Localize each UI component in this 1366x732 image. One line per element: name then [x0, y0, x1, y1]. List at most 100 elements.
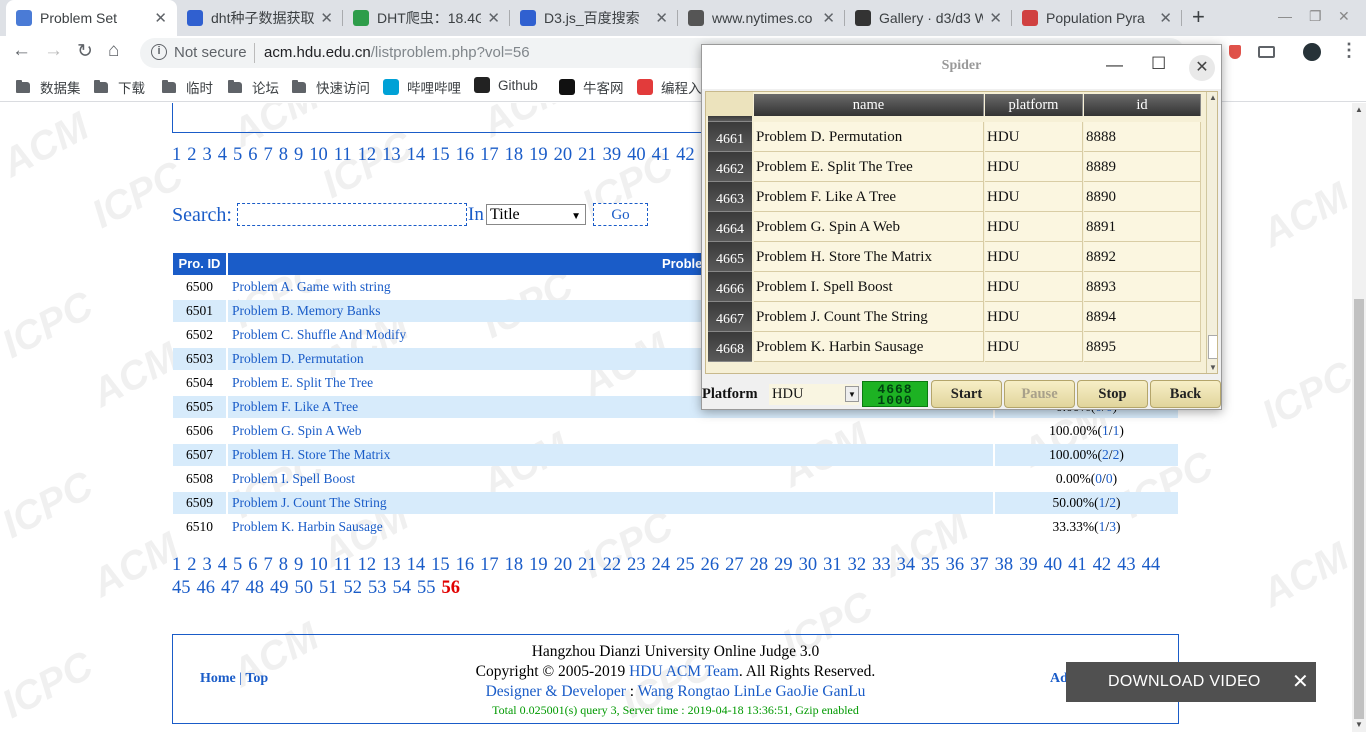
page-link[interactable]: 31: [823, 554, 842, 577]
scroll-up-icon[interactable]: ▲: [1355, 105, 1363, 114]
grid-row-header[interactable]: 4664: [708, 212, 752, 242]
grid-cell-platform[interactable]: HDU: [985, 212, 1083, 242]
page-link[interactable]: 14: [407, 144, 426, 167]
page-link[interactable]: 10: [309, 554, 328, 577]
bookmark-8[interactable]: 编程入: [637, 77, 702, 97]
grid-cell-platform[interactable]: HDU: [985, 152, 1083, 182]
stop-button[interactable]: Stop: [1077, 380, 1148, 408]
page-link[interactable]: 12: [358, 554, 377, 577]
close-icon[interactable]: ✕: [822, 9, 835, 27]
back-button[interactable]: Back: [1150, 380, 1221, 408]
problem-title-link[interactable]: Problem K. Harbin Sausage: [228, 516, 993, 538]
problem-title-link[interactable]: Problem J. Count The String: [228, 492, 993, 514]
page-link[interactable]: 51: [319, 577, 338, 600]
search-input[interactable]: [237, 203, 467, 226]
page-link[interactable]: 38: [995, 554, 1014, 577]
close-icon[interactable]: ✕: [1292, 669, 1309, 694]
grid-col-header-name[interactable]: name: [754, 94, 984, 116]
close-icon[interactable]: ✕: [1159, 9, 1172, 27]
page-link[interactable]: 47: [221, 577, 240, 600]
page-link[interactable]: 5: [233, 554, 242, 577]
page-link[interactable]: 35: [921, 554, 940, 577]
page-link[interactable]: 6: [248, 144, 257, 167]
page-link[interactable]: 18: [505, 554, 524, 577]
page-link[interactable]: 41: [1068, 554, 1087, 577]
close-icon[interactable]: ✕: [1189, 55, 1215, 81]
problem-title-link[interactable]: Problem H. Store The Matrix: [228, 444, 993, 466]
grid-row-header[interactable]: 4661: [708, 122, 752, 152]
page-link[interactable]: 17: [480, 554, 499, 577]
page-link[interactable]: 40: [1044, 554, 1063, 577]
page-link[interactable]: 39: [603, 144, 622, 167]
grid-cell-id[interactable]: 8895: [1084, 332, 1201, 362]
page-link[interactable]: 13: [382, 554, 401, 577]
tab-1[interactable]: dht种子数据获取 ✕: [177, 0, 343, 36]
bookmark-1[interactable]: 下载: [94, 77, 145, 97]
grid-cell-id[interactable]: 8893: [1084, 272, 1201, 302]
developer-names-link[interactable]: Wang Rongtao LinLe GaoJie GanLu: [638, 683, 866, 700]
search-field-select[interactable]: Title ▼: [486, 204, 586, 225]
page-link[interactable]: 36: [946, 554, 965, 577]
page-link[interactable]: 10: [309, 144, 328, 167]
page-link[interactable]: 16: [456, 554, 475, 577]
page-link[interactable]: 32: [848, 554, 867, 577]
page-link[interactable]: 33: [872, 554, 891, 577]
grid-row-header[interactable]: 4663: [708, 182, 752, 212]
back-arrow-icon[interactable]: ←: [12, 40, 31, 62]
bookmark-0[interactable]: 数据集: [16, 77, 81, 97]
grid-cell-id[interactable]: 8889: [1084, 152, 1201, 182]
grid-cell-platform[interactable]: HDU: [985, 122, 1083, 152]
tab-6[interactable]: Population Pyra ✕: [1012, 0, 1182, 36]
page-link[interactable]: 25: [676, 554, 695, 577]
page-link[interactable]: 11: [334, 554, 352, 577]
grid-cell-name[interactable]: Problem I. Spell Boost: [754, 272, 984, 302]
page-link[interactable]: 3: [203, 144, 212, 167]
bookmark-2[interactable]: 临时: [162, 77, 213, 97]
page-link[interactable]: 19: [529, 144, 548, 167]
bookmark-6[interactable]: Github: [474, 77, 538, 93]
page-link[interactable]: 37: [970, 554, 989, 577]
grid-cell-id[interactable]: 8894: [1084, 302, 1201, 332]
page-link[interactable]: 20: [554, 554, 573, 577]
maximize-icon[interactable]: ☐: [1151, 54, 1166, 74]
cast-icon[interactable]: [1258, 46, 1275, 58]
page-link[interactable]: 52: [344, 577, 363, 600]
url-text[interactable]: acm.hdu.edu.cn/listproblem.php?vol=56: [264, 44, 530, 61]
page-link[interactable]: 22: [603, 554, 622, 577]
grid-cell-name[interactable]: Problem F. Like A Tree: [754, 182, 984, 212]
forward-arrow-icon[interactable]: →: [44, 40, 63, 62]
page-link[interactable]: 27: [725, 554, 744, 577]
grid-cell-id[interactable]: 8888: [1084, 122, 1201, 152]
page-link[interactable]: 15: [431, 554, 450, 577]
scroll-down-icon[interactable]: ▼: [1355, 720, 1363, 729]
tab-5[interactable]: Gallery · d3/d3 W ✕: [845, 0, 1012, 36]
page-link[interactable]: 39: [1019, 554, 1038, 577]
grid-cell-name[interactable]: Problem H. Store The Matrix: [754, 242, 984, 272]
page-link[interactable]: 23: [627, 554, 646, 577]
page-link[interactable]: 50: [295, 577, 314, 600]
grid-cell-platform[interactable]: HDU: [985, 272, 1083, 302]
page-link[interactable]: 15: [431, 144, 450, 167]
pause-button[interactable]: Pause: [1004, 380, 1075, 408]
page-link[interactable]: 28: [750, 554, 769, 577]
scroll-down-icon[interactable]: ▼: [1209, 363, 1217, 372]
page-link[interactable]: 5: [233, 144, 242, 167]
grid-cell-name[interactable]: Problem J. Count The String: [754, 302, 984, 332]
download-video-label[interactable]: DOWNLOAD VIDEO: [1108, 673, 1261, 691]
grid-cell-id[interactable]: 8891: [1084, 212, 1201, 242]
page-link[interactable]: 43: [1117, 554, 1136, 577]
page-link[interactable]: 7: [264, 554, 273, 577]
restore-window-icon[interactable]: ❐: [1309, 8, 1322, 25]
close-icon[interactable]: ✕: [487, 9, 500, 27]
page-link[interactable]: 8: [279, 144, 288, 167]
page-link[interactable]: 49: [270, 577, 289, 600]
home-icon[interactable]: ⌂: [108, 40, 119, 62]
tab-0[interactable]: Problem Set ✕: [6, 0, 177, 36]
page-link[interactable]: 34: [897, 554, 916, 577]
page-link[interactable]: 13: [382, 144, 401, 167]
page-link[interactable]: 21: [578, 144, 597, 167]
hdu-acm-team-link[interactable]: HDU ACM Team: [629, 663, 739, 680]
page-link[interactable]: 56: [442, 577, 461, 600]
designer-link[interactable]: Designer & Developer: [486, 683, 626, 700]
page-link[interactable]: 11: [334, 144, 352, 167]
